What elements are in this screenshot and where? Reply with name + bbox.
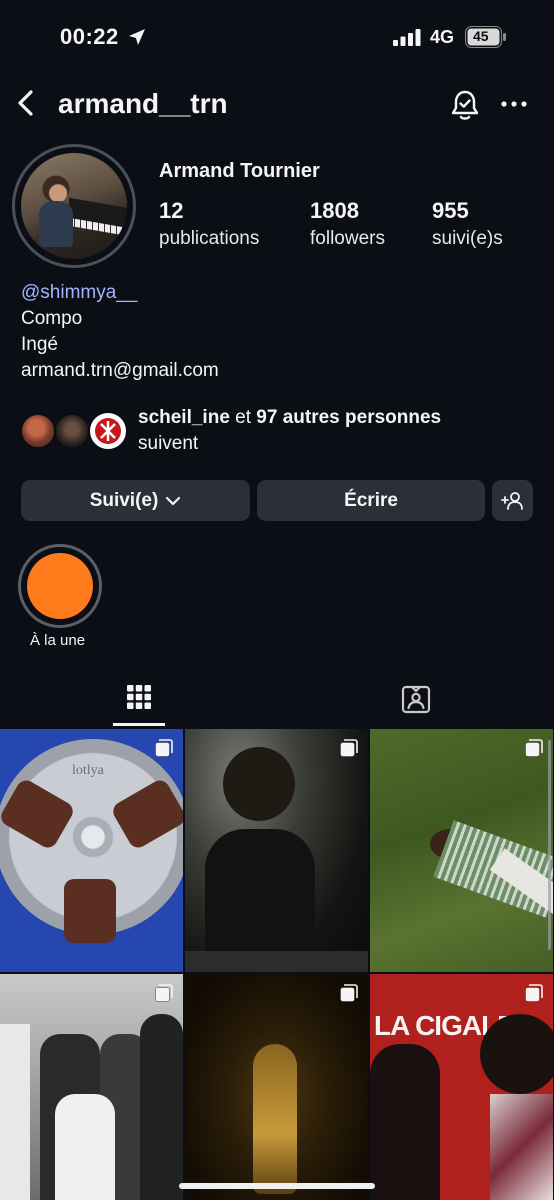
follower-avatar[interactable] xyxy=(54,413,90,449)
followed-by-name: scheil_ine xyxy=(138,407,230,428)
battery-level: 45 xyxy=(473,28,489,44)
scrollbar[interactable] xyxy=(548,740,551,950)
followed-by-others: 97 autres personnes xyxy=(256,407,442,428)
stat-value: 12 xyxy=(159,198,184,223)
grid-icon[interactable] xyxy=(126,684,152,710)
multi-post-icon xyxy=(340,984,358,1002)
following-button-label: Suivi(e) xyxy=(89,489,159,511)
home-indicator[interactable] xyxy=(179,1183,375,1189)
profile-username: armand__trn xyxy=(58,88,228,119)
stat-label: publications xyxy=(159,228,260,249)
chevron-left-icon[interactable] xyxy=(12,88,42,118)
stat-value: 1808 xyxy=(310,198,359,223)
more-horizontal-icon[interactable] xyxy=(500,94,528,114)
profile-avatar[interactable] xyxy=(12,144,136,268)
bell-check-icon[interactable] xyxy=(448,88,482,122)
suggested-people-button[interactable] xyxy=(492,480,533,521)
highlight-label: À la une xyxy=(30,632,86,649)
avatar-image xyxy=(21,153,127,259)
stat-publications[interactable]: 12 publications xyxy=(159,198,259,250)
message-button-label: Écrire xyxy=(344,489,398,511)
following-button[interactable]: Suivi(e) xyxy=(21,480,250,521)
follower-avatar[interactable] xyxy=(88,411,128,451)
post-tile[interactable] xyxy=(185,729,368,972)
stat-followers[interactable]: 1808 followers xyxy=(310,198,385,250)
active-tab-indicator xyxy=(113,723,165,726)
post-tile[interactable] xyxy=(185,974,368,1200)
multi-post-icon xyxy=(340,739,358,757)
add-person-icon xyxy=(500,491,523,510)
message-button[interactable]: Écrire xyxy=(257,480,485,521)
status-time: 00:22 xyxy=(60,24,119,49)
post-tile[interactable] xyxy=(370,729,553,972)
post-tile[interactable] xyxy=(0,974,183,1200)
bio-email[interactable]: armand.trn@gmail.com xyxy=(21,360,219,382)
battery-icon: 45 xyxy=(465,26,507,48)
highlight-cover xyxy=(27,553,93,619)
tagged-icon[interactable] xyxy=(401,684,431,714)
stat-label: followers xyxy=(310,228,385,249)
multi-post-icon xyxy=(155,739,173,757)
chevron-down-icon xyxy=(166,496,181,505)
followed-by-suffix: suivent xyxy=(138,433,199,454)
post-tile[interactable]: lotlya xyxy=(0,729,183,972)
multi-post-icon xyxy=(155,984,173,1002)
stat-label: suivi(e)s xyxy=(432,228,503,249)
bio-line: Ingé xyxy=(21,334,58,355)
followed-by-connector: et xyxy=(229,407,257,428)
highlight-story[interactable] xyxy=(18,544,102,628)
bio-mention-link[interactable]: @shimmya__ xyxy=(21,282,137,304)
stat-value: 955 xyxy=(432,198,469,223)
network-type: 4G xyxy=(430,27,455,47)
multi-post-icon xyxy=(525,984,543,1002)
post-tile[interactable]: LA CIGALE xyxy=(370,974,553,1200)
multi-post-icon xyxy=(525,739,543,757)
follower-avatar[interactable] xyxy=(20,413,56,449)
bio-line: Compo xyxy=(21,308,83,329)
post-label: lotlya xyxy=(72,763,104,778)
location-arrow-icon xyxy=(129,29,145,45)
followed-by-text[interactable]: scheil_ine et 97 autres personnes suiven… xyxy=(138,405,441,457)
profile-full-name: Armand Tournier xyxy=(159,160,320,182)
signal-bars-icon xyxy=(393,29,421,46)
stat-following[interactable]: 955 suivi(e)s xyxy=(432,198,503,250)
